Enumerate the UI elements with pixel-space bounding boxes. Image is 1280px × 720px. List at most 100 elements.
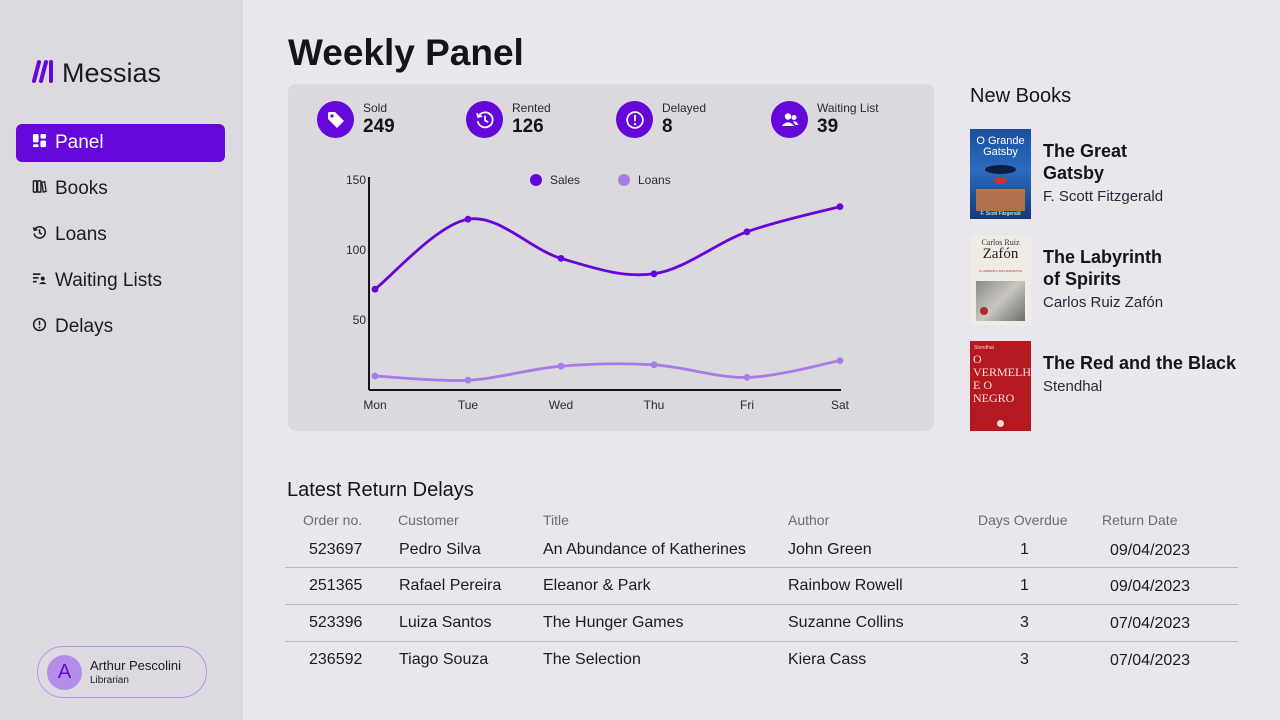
sidebar-item-waiting-lists[interactable]: Waiting Lists xyxy=(16,262,225,300)
cell-date: 09/04/2023 xyxy=(1110,542,1191,559)
sidebar-item-loans[interactable]: Loans xyxy=(16,216,225,254)
book-title: The Great Gatsby xyxy=(1043,141,1128,183)
column-header[interactable]: Title xyxy=(543,512,569,528)
x-tick-label: Sat xyxy=(831,398,850,412)
data-point xyxy=(650,361,658,369)
sidebar-nav: Panel Books Loans Waiting Lists Delays xyxy=(16,124,225,354)
cover-author: F. Scott Fitzgerald xyxy=(980,211,1021,217)
cover-lips xyxy=(994,177,1007,184)
cell-customer: Luiza Santos xyxy=(399,614,492,631)
cover-author: Stendhal xyxy=(974,345,994,351)
sidebar-item-label: Waiting Lists xyxy=(55,270,162,291)
cover-title: O VERMELHO E O NEGRO xyxy=(973,352,1031,405)
column-header[interactable]: Customer xyxy=(398,512,459,528)
x-tick-label: Thu xyxy=(644,398,665,412)
book-cover-image: Carlos Ruiz Zafón O LABIRINTO DOS ESPÍRI… xyxy=(970,235,1031,325)
cell-author: Suzanne Collins xyxy=(788,614,904,631)
book-card[interactable]: Stendhal O VERMELHO E O NEGRO The Red an… xyxy=(970,341,1236,431)
sidebar-item-label: Delays xyxy=(55,316,114,337)
cell-date: 07/04/2023 xyxy=(1110,615,1191,632)
user-profile-card[interactable]: A Arthur Pescolini Librarian xyxy=(37,646,207,698)
table-row[interactable]: 236592 Tiago Souza The Selection Kiera C… xyxy=(285,642,1238,679)
data-point xyxy=(371,285,379,293)
legend-marker xyxy=(618,174,630,186)
column-header[interactable]: Days Overdue xyxy=(978,512,1067,528)
page-title: Weekly Panel xyxy=(288,32,524,73)
weekly-chart: 50 100 150 Mon Tue Wed Thu Fri Sat Sales Loans xyxy=(346,173,850,412)
book-title: The Labyrinth of Spirits xyxy=(1043,247,1163,289)
series-line-sales xyxy=(374,205,841,291)
x-tick-label: Tue xyxy=(458,398,479,412)
legend-label: Sales xyxy=(550,173,580,187)
data-point xyxy=(557,255,565,262)
book-cover-image: Stendhal O VERMELHO E O NEGRO xyxy=(970,341,1031,431)
cell-order: 236592 xyxy=(309,651,363,668)
cover-subtitle: O LABIRINTO DOS ESPÍRITOS xyxy=(978,269,1023,273)
sidebar-item-label: Panel xyxy=(55,132,104,153)
book-author: Stendhal xyxy=(1043,378,1103,395)
data-point xyxy=(464,215,472,223)
cell-order: 523697 xyxy=(309,541,363,558)
new-books-title: New Books xyxy=(970,85,1072,107)
x-tick-label: Wed xyxy=(549,398,573,412)
y-tick-label: 50 xyxy=(353,313,367,327)
book-author: Carlos Ruiz Zafón xyxy=(1043,294,1164,311)
cell-order: 251365 xyxy=(309,577,363,594)
cover-seal xyxy=(980,307,988,315)
legend-marker xyxy=(530,174,542,186)
cell-customer: Tiago Souza xyxy=(399,651,489,668)
brand-name: Messias xyxy=(62,58,162,88)
data-point xyxy=(371,372,379,380)
cell-customer: Rafael Pereira xyxy=(399,577,502,594)
data-point xyxy=(464,376,472,384)
table-row[interactable]: 523697 Pedro Silva An Abundance of Kathe… xyxy=(285,531,1238,568)
column-header[interactable]: Author xyxy=(788,512,829,528)
cell-author: Kiera Cass xyxy=(788,651,867,668)
sidebar-item-delays[interactable]: Delays xyxy=(16,308,225,346)
avatar: A xyxy=(47,654,82,690)
sidebar-item-label: Books xyxy=(55,178,108,199)
history-icon xyxy=(32,224,47,246)
cover-eyes xyxy=(985,165,1016,174)
book-card[interactable]: O Grande Gatsby F. Scott Fitzgerald The … xyxy=(970,129,1163,219)
y-tick-label: 150 xyxy=(346,173,366,187)
book-author: F. Scott Fitzgerald xyxy=(1043,188,1164,205)
legend-label: Loans xyxy=(638,173,671,187)
brand[interactable]: Messias xyxy=(32,58,161,89)
cell-title: The Hunger Games xyxy=(543,614,684,631)
sidebar-item-books[interactable]: Books xyxy=(16,170,225,208)
book-card[interactable]: Carlos Ruiz Zafón O LABIRINTO DOS ESPÍRI… xyxy=(970,235,1163,325)
cover-title: Zafón xyxy=(982,246,1019,262)
x-tick-label: Mon xyxy=(363,398,386,412)
cell-customer: Pedro Silva xyxy=(399,541,481,558)
data-point xyxy=(836,357,844,364)
sidebar-item-panel[interactable]: Panel xyxy=(16,124,225,162)
cell-days: 3 xyxy=(1020,614,1029,631)
dashboard-icon xyxy=(32,132,47,154)
cell-date: 07/04/2023 xyxy=(1110,652,1191,669)
brand-logo-icon xyxy=(32,59,56,88)
cell-order: 523396 xyxy=(309,614,363,631)
data-point xyxy=(836,203,844,210)
cell-days: 1 xyxy=(1020,577,1029,594)
cell-title: Eleanor & Park xyxy=(543,577,651,594)
list-person-icon xyxy=(32,270,47,292)
user-role: Librarian xyxy=(90,675,129,686)
column-header[interactable]: Return Date xyxy=(1102,512,1177,528)
table-row[interactable]: 523396 Luiza Santos The Hunger Games Suz… xyxy=(285,605,1238,642)
cell-title: An Abundance of Katherines xyxy=(543,541,746,558)
series-line-loans xyxy=(374,359,841,382)
cell-date: 09/04/2023 xyxy=(1110,578,1191,595)
user-name: Arthur Pescolini xyxy=(90,658,182,673)
column-header[interactable]: Order no. xyxy=(303,512,362,528)
cover-city-lights xyxy=(976,189,1025,211)
weekly-stats-panel: Sold 249 Rented 126 Delayed 8 Waiting List 3… xyxy=(288,84,934,431)
cover-publisher-icon xyxy=(997,420,1004,427)
table-row[interactable]: 251365 Rafael Pereira Eleanor & Park Rai… xyxy=(285,568,1238,605)
data-point xyxy=(743,228,751,236)
cell-days: 1 xyxy=(1020,541,1029,558)
cell-author: John Green xyxy=(788,541,872,558)
cell-days: 3 xyxy=(1020,651,1029,668)
book-cover-image: O Grande Gatsby F. Scott Fitzgerald xyxy=(970,129,1031,219)
alert-circle-icon xyxy=(32,316,47,338)
